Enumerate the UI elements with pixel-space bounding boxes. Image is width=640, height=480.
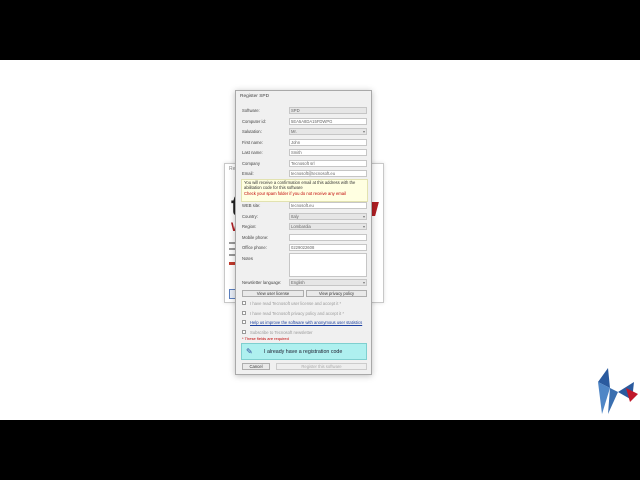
field-label: Last name:	[242, 150, 263, 155]
field-row-last-name: Last name: Smith	[242, 149, 368, 157]
checkbox-label: I have read Tecnosoft user license and a…	[250, 301, 342, 306]
field-label: Country:	[242, 213, 258, 219]
field-label: Software:	[242, 108, 260, 113]
field-label: Notes	[242, 256, 253, 261]
email-notice-text: You will receive a confirmation email at…	[244, 180, 356, 190]
video-stage: Re t W Register SPD Software: SPD Comput…	[0, 60, 640, 420]
checkbox-label: Subscribe to Tecnosoft newsletter	[250, 329, 313, 335]
checkbox-box[interactable]	[242, 310, 246, 315]
first-name-field[interactable]: John	[289, 138, 367, 146]
field-label: Salutation:	[242, 129, 262, 134]
field-row-salutation: Salutation: Mr.	[242, 128, 368, 136]
checkbox-box[interactable]	[242, 320, 246, 324]
field-label: Newsletter language:	[242, 280, 282, 285]
email-field[interactable]: tecnosoft@tecnosoft.eu	[289, 170, 367, 177]
field-label: Email:	[242, 171, 254, 176]
spam-warning: Check your spam folder if you do not rec…	[244, 191, 346, 197]
newsletter-checkbox[interactable]: Subscribe to Tecnosoft newsletter	[242, 329, 368, 336]
registration-code-button[interactable]: ✎ I already have a registration code	[241, 343, 367, 360]
field-row-company: Company Tecnosoft srl	[242, 159, 368, 168]
checkbox-label: I have read Tecnosoft privacy policy and…	[250, 310, 344, 316]
view-privacy-policy-button[interactable]: View privacy policy	[306, 290, 367, 297]
brand-logo	[598, 368, 638, 414]
field-row-web-site: WEB site: tecnosoft.eu	[242, 202, 368, 210]
field-label: First name:	[242, 139, 263, 145]
field-row-software: Software: SPD	[242, 107, 368, 115]
newsletter-language-dropdown[interactable]: English	[289, 279, 367, 286]
last-name-field[interactable]: Smith	[289, 149, 367, 156]
office-phone-field[interactable]: 0229022608	[289, 244, 367, 251]
logo-blue-shape	[608, 388, 618, 414]
region-dropdown[interactable]: Lombardia	[289, 223, 367, 230]
field-row-newsletter-language: Newsletter language: English	[242, 279, 368, 287]
required-fields-note: * These fields are required	[242, 336, 289, 341]
field-label: WEB site:	[242, 203, 261, 208]
web-site-field[interactable]: tecnosoft.eu	[289, 202, 367, 209]
field-row-email: Email: tecnosoft@tecnosoft.eu	[242, 170, 368, 178]
email-notice: You will receive a confirmation email at…	[241, 179, 368, 202]
field-row-region: Region: Lombardia	[242, 223, 368, 231]
checkbox-box[interactable]	[242, 329, 246, 334]
statistics-link[interactable]: Help us improve the software with anonym…	[250, 320, 362, 325]
field-label: Office phone:	[242, 245, 267, 250]
notes-textarea[interactable]	[289, 253, 367, 277]
field-row-first-name: First name: John	[242, 138, 368, 147]
field-label: Region:	[242, 224, 257, 229]
field-label: Mobile phone:	[242, 234, 269, 240]
cancel-button[interactable]: Cancel	[242, 363, 270, 370]
registration-code-label: I already have a registration code	[264, 349, 343, 355]
country-dropdown[interactable]: Italy	[289, 212, 367, 220]
accept-privacy-checkbox[interactable]: I have read Tecnosoft privacy policy and…	[242, 310, 368, 317]
register-dialog: Register SPD Software: SPD Computer id: …	[235, 90, 372, 375]
company-field[interactable]: Tecnosoft srl	[289, 159, 367, 167]
field-row-computer-id: Computer id: 5EA5A8DA15FDWPG	[242, 117, 368, 126]
pen-icon: ✎	[246, 347, 253, 356]
salutation-dropdown[interactable]: Mr.	[289, 128, 367, 135]
mobile-phone-field[interactable]	[289, 233, 367, 241]
letterbox-bottom	[0, 420, 640, 480]
view-user-license-button[interactable]: View user license	[242, 290, 304, 297]
field-label: Company	[242, 160, 260, 166]
computer-id-field[interactable]: 5EA5A8DA15FDWPG	[289, 117, 367, 125]
software-field: SPD	[289, 107, 367, 114]
statistics-checkbox[interactable]: Help us improve the software with anonym…	[242, 320, 368, 326]
register-software-button[interactable]: Register this software	[276, 363, 367, 370]
letterbox-top	[0, 0, 640, 60]
field-row-mobile-phone: Mobile phone:	[242, 233, 368, 242]
field-row-country: Country: Italy	[242, 212, 368, 221]
accept-license-checkbox[interactable]: I have read Tecnosoft user license and a…	[242, 301, 368, 307]
checkbox-box[interactable]	[242, 301, 246, 305]
field-row-office-phone: Office phone: 0229022608	[242, 244, 368, 252]
dialog-title: Register SPD	[240, 94, 270, 99]
field-label: Computer id:	[242, 118, 266, 124]
